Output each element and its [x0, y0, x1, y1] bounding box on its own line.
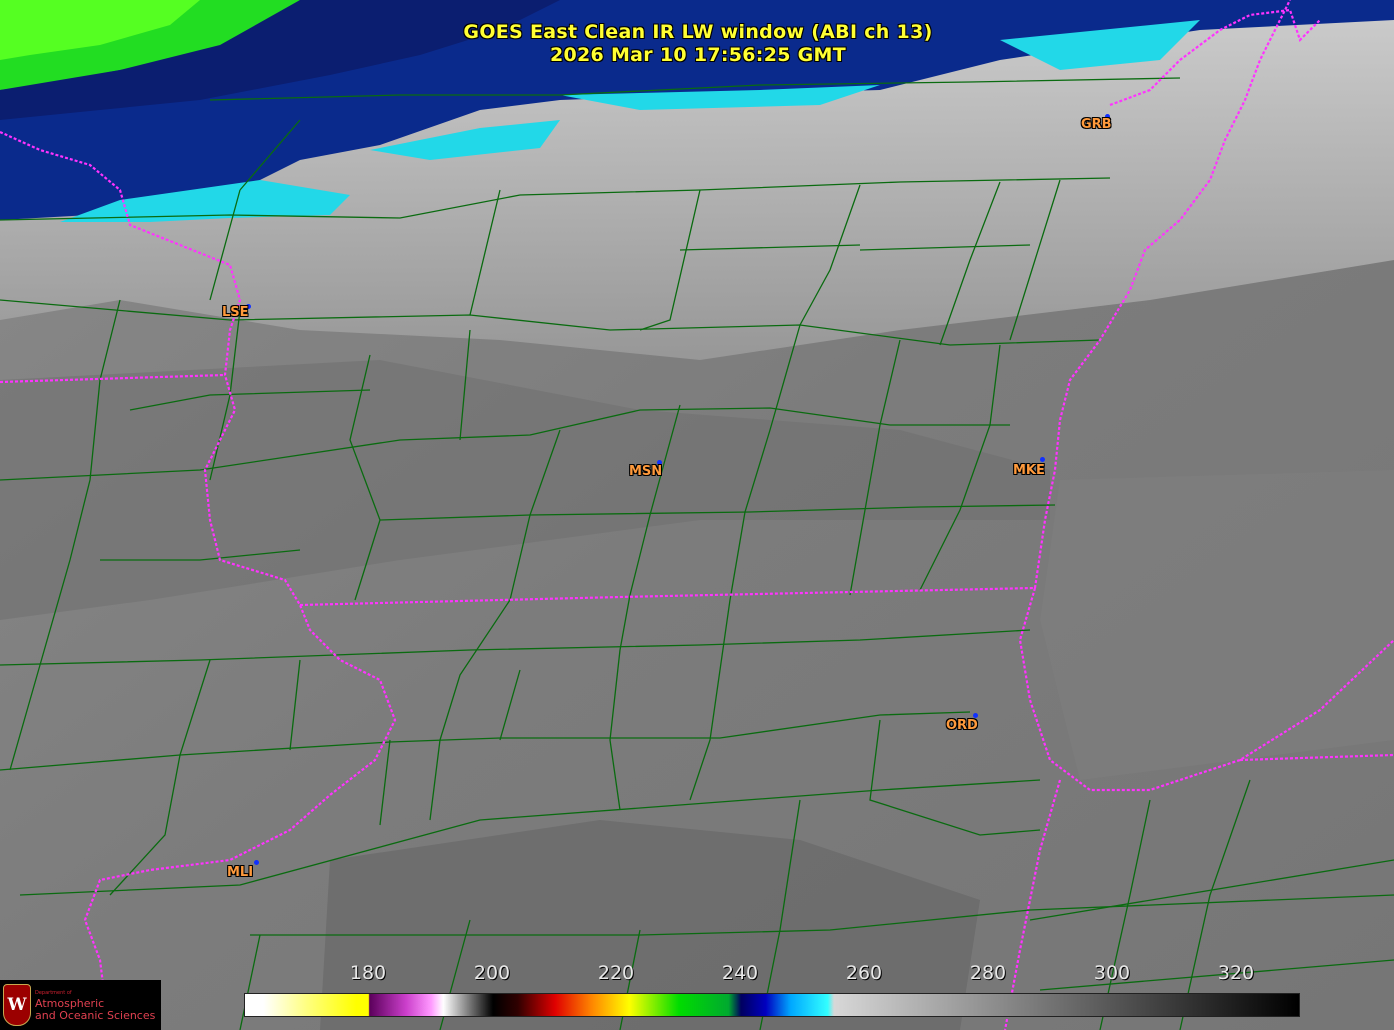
colorbar-tick-label: 220 [597, 962, 635, 984]
station-dot-mli [254, 860, 259, 865]
logo-department: Department of [35, 990, 72, 996]
timestamp: 2026 Mar 10 17:56:25 GMT [549, 44, 847, 66]
station-label-grb: GRB [1081, 117, 1112, 132]
satellite-ir-map [0, 0, 1394, 1030]
station-label-mke: MKE [1013, 463, 1045, 478]
logo-line-2: and Oceanic Sciences [35, 1009, 156, 1022]
product-title: GOES East Clean IR LW window (ABI ch 13) [463, 21, 933, 43]
colorbar-tick-label: 280 [969, 962, 1007, 984]
temperature-colorbar [244, 993, 1300, 1017]
colorbar-tick-label: 180 [349, 962, 387, 984]
station-label-ord: ORD [946, 718, 978, 733]
colorbar-tick-label: 200 [473, 962, 511, 984]
station-label-mli: MLI [227, 865, 254, 880]
colorbar-tick-label: 240 [721, 962, 759, 984]
colorbar-tick-label: 260 [845, 962, 883, 984]
colorbar-tick-label: 320 [1217, 962, 1255, 984]
station-dot-mke [1040, 457, 1045, 462]
station-label-lse: LSE [222, 305, 249, 320]
uw-crest-icon: W [3, 984, 31, 1026]
station-label-msn: MSN [629, 464, 663, 479]
colorbar-tick-label: 300 [1093, 962, 1131, 984]
aos-logo: W Department of Atmospheric and Oceanic … [0, 980, 161, 1030]
